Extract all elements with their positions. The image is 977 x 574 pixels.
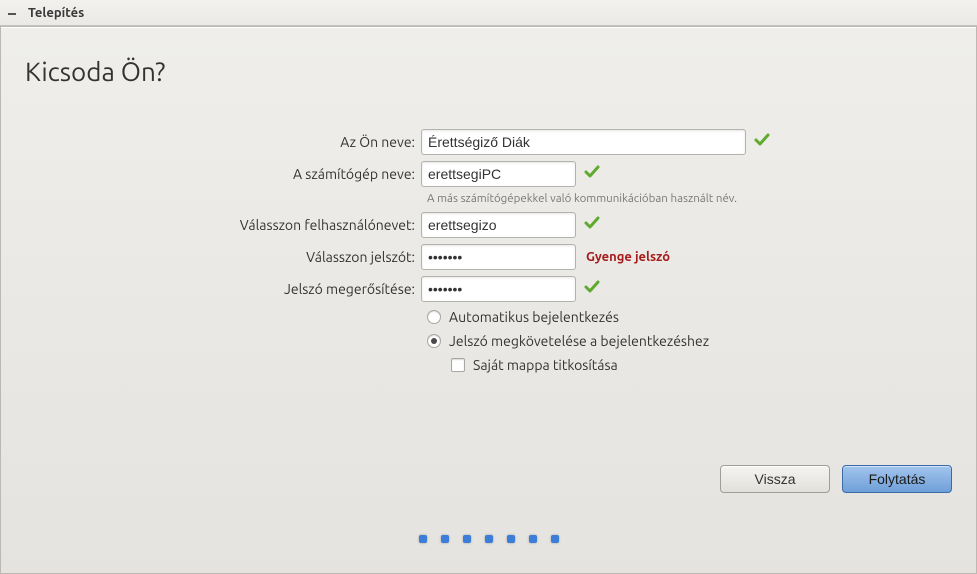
radio-icon xyxy=(427,310,441,324)
radio-auto-label: Automatikus bejelentkezés xyxy=(449,309,619,325)
user-setup-form: Az Ön neve: A számítógép neve: A más szá… xyxy=(1,126,976,377)
minimize-icon[interactable] xyxy=(8,8,18,18)
check-icon xyxy=(584,215,600,235)
password-strength: Gyenge jelszó xyxy=(586,250,670,264)
progress-dot xyxy=(463,535,471,543)
row-confirm: Jelszó megerősítése: xyxy=(1,273,976,305)
label-username: Válasszon felhasználónevet: xyxy=(1,217,421,233)
progress-dot xyxy=(419,535,427,543)
progress-dot xyxy=(551,535,559,543)
row-username: Válasszon felhasználónevet: xyxy=(1,209,976,241)
input-computer[interactable] xyxy=(421,161,576,187)
row-password: Válasszon jelszót: Gyenge jelszó xyxy=(1,241,976,273)
progress-dot xyxy=(507,535,515,543)
label-computer: A számítógép neve: xyxy=(1,166,421,182)
input-password[interactable] xyxy=(421,244,576,270)
back-button[interactable]: Vissza xyxy=(720,465,830,493)
continue-button[interactable]: Folytatás xyxy=(842,465,952,493)
checkbox-encrypt-home[interactable]: Saját mappa titkosítása xyxy=(451,353,976,377)
installer-content: Kicsoda Ön? Az Ön neve: A számítógép nev… xyxy=(0,26,977,574)
button-bar: Vissza Folytatás xyxy=(720,465,952,493)
label-confirm: Jelszó megerősítése: xyxy=(1,281,421,297)
checkbox-icon xyxy=(451,358,465,372)
progress-dot xyxy=(529,535,537,543)
progress-dots xyxy=(419,535,559,543)
radio-auto-login[interactable]: Automatikus bejelentkezés xyxy=(427,305,976,329)
row-name: Az Ön neve: xyxy=(1,126,976,158)
window-titlebar: Telepítés xyxy=(0,0,977,26)
input-confirm[interactable] xyxy=(421,276,576,302)
check-icon xyxy=(584,164,600,184)
progress-dot xyxy=(441,535,449,543)
input-name[interactable] xyxy=(421,129,746,155)
progress-dot xyxy=(485,535,493,543)
row-computer: A számítógép neve: xyxy=(1,158,976,190)
check-icon xyxy=(584,279,600,299)
help-computer: A más számítógépekkel való kommunikációb… xyxy=(427,190,976,209)
check-icon xyxy=(754,132,770,152)
label-name: Az Ön neve: xyxy=(1,134,421,150)
radio-require-label: Jelszó megkövetelése a bejelentkezéshez xyxy=(449,333,709,349)
radio-icon xyxy=(427,334,441,348)
checkbox-encrypt-label: Saját mappa titkosítása xyxy=(473,357,618,373)
label-password: Válasszon jelszót: xyxy=(1,249,421,265)
radio-require-password[interactable]: Jelszó megkövetelése a bejelentkezéshez xyxy=(427,329,976,353)
input-username[interactable] xyxy=(421,212,576,238)
page-title: Kicsoda Ön? xyxy=(1,27,976,86)
window-title: Telepítés xyxy=(28,6,84,20)
